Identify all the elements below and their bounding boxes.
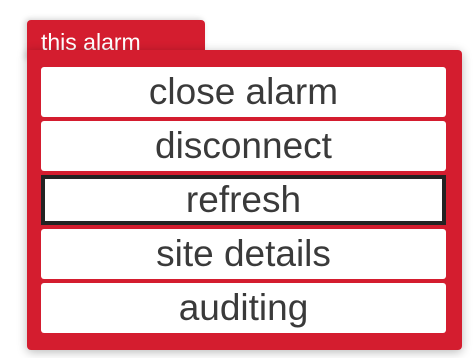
refresh-button[interactable]: refresh: [41, 175, 446, 225]
close-alarm-button[interactable]: close alarm: [41, 67, 446, 117]
alarm-context-menu: this alarm close alarm disconnect refres…: [27, 20, 462, 350]
menu-body: close alarm disconnect refresh site deta…: [27, 50, 462, 350]
site-details-button[interactable]: site details: [41, 229, 446, 279]
auditing-button[interactable]: auditing: [41, 283, 446, 333]
menu-list: close alarm disconnect refresh site deta…: [41, 67, 446, 337]
disconnect-button[interactable]: disconnect: [41, 121, 446, 171]
